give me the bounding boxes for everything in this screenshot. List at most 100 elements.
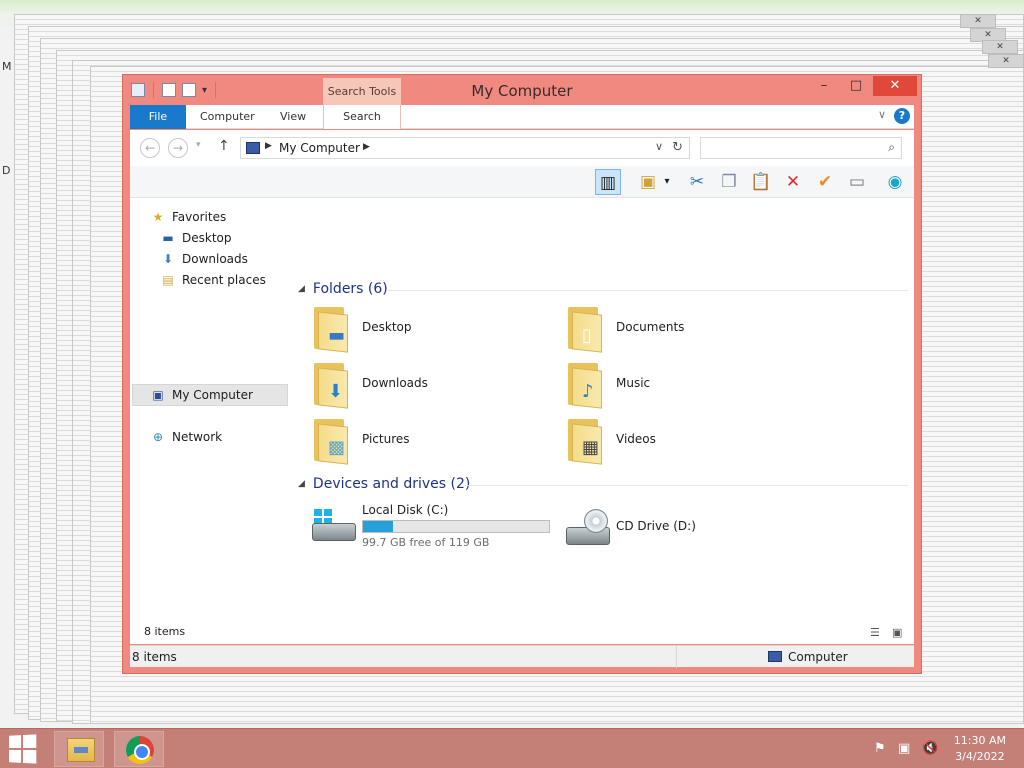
nav-network-label: Network (172, 430, 223, 444)
back-button[interactable]: ← (140, 138, 160, 158)
folder-tile-documents[interactable]: ▯ Documents (564, 305, 804, 355)
tab-file[interactable]: File (130, 105, 186, 129)
status-location: Computer (788, 650, 848, 664)
drive-tile-local-disk[interactable]: Local Disk (C:) 99.7 GB free of 119 GB (310, 503, 570, 555)
large-icons-view-icon[interactable]: ▣ (892, 626, 906, 639)
nav-recent-label: Recent places (182, 273, 266, 287)
folder-music-icon: ♪ (564, 361, 604, 409)
folder-downloads-icon: ⬇ (310, 361, 350, 409)
folder-tile-pictures[interactable]: ▩ Pictures (310, 417, 550, 467)
cd-disc-icon (584, 509, 608, 533)
collapse-triangle-icon[interactable]: ◢ (298, 284, 305, 294)
ribbon-tabs: File Computer View Search ∨ ? (130, 105, 914, 129)
search-icon[interactable]: ⌕ (888, 140, 895, 155)
checkmark-icon[interactable]: ✔ (812, 169, 838, 195)
paste-icon[interactable]: 📋 (748, 169, 774, 195)
file-explorer-icon (67, 738, 95, 762)
clock-date: 3/4/2022 (955, 750, 1005, 763)
trailing-close-icon: ✕ (982, 40, 1018, 54)
nav-desktop[interactable]: ▬ Desktop (160, 228, 232, 248)
breadcrumb-separator-icon[interactable]: ▶ (265, 141, 272, 151)
tab-computer[interactable]: Computer (188, 105, 267, 129)
folder-tile-desktop[interactable]: ▬ Desktop (310, 305, 550, 355)
address-dropdown-icon[interactable]: ∨ (655, 140, 663, 153)
folder-desktop-icon: ▬ (310, 305, 350, 353)
breadcrumb-separator-icon[interactable]: ▶ (363, 142, 370, 152)
globe-icon[interactable]: ◉ (882, 169, 908, 195)
tab-view[interactable]: View (268, 105, 318, 129)
hard-drive-icon (310, 509, 356, 545)
explorer-window: ▾ Search Tools My Computer – □ ✕ File Co… (122, 74, 922, 674)
navigation-bar: ← → ▾ ↑ ▶ My Computer ▶ ∨ ↻ ⌕ (130, 130, 914, 166)
downloads-icon: ⬇ (162, 252, 174, 266)
system-clock[interactable]: 11:30 AM 3/4/2022 (954, 733, 1006, 765)
nav-favorites[interactable]: ★ Favorites (150, 207, 227, 227)
collapse-triangle-icon[interactable]: ◢ (298, 479, 305, 489)
command-toolbar: ▥ ▣ ▾ ✂ ❐ 📋 ✕ ✔ ▭ ◉ (130, 166, 914, 198)
devices-group-header[interactable]: ◢ Devices and drives (2) (298, 476, 470, 492)
address-bar[interactable]: ▶ My Computer ▶ ∨ ↻ (240, 137, 690, 159)
drive-usage-bar (362, 520, 550, 533)
chrome-icon (126, 736, 154, 764)
nav-downloads-label: Downloads (182, 252, 248, 266)
drive-tile-cd[interactable]: CD Drive (D:) (564, 503, 824, 555)
folder-label: Music (616, 376, 651, 390)
taskbar-chrome[interactable] (114, 731, 164, 767)
folder-pictures-icon: ▩ (310, 417, 350, 465)
folder-label: Desktop (362, 320, 412, 334)
folders-group-title: Folders (6) (312, 281, 388, 297)
select-icon[interactable]: ▣ (635, 169, 661, 195)
desktop-icon-edge: M (2, 60, 12, 73)
nav-my-computer[interactable]: ▣ My Computer (150, 385, 253, 405)
folder-tile-downloads[interactable]: ⬇ Downloads (310, 361, 550, 411)
folder-videos-icon: ▦ (564, 417, 604, 465)
item-count-inner: 8 items (144, 625, 186, 638)
nav-recent-places[interactable]: ▤ Recent places (160, 270, 266, 290)
nav-downloads[interactable]: ⬇ Downloads (160, 249, 248, 269)
drive-free-space: 99.7 GB free of 119 GB (362, 536, 490, 549)
details-view-icon[interactable]: ☰ (870, 626, 884, 639)
drive-name: Local Disk (C:) (362, 503, 449, 517)
folder-documents-icon: ▯ (564, 305, 604, 353)
chevron-down-icon[interactable]: ▾ (660, 169, 674, 195)
breadcrumb-my-computer[interactable]: My Computer (279, 141, 360, 155)
volume-muted-icon[interactable]: 🔇 (922, 741, 938, 756)
maximize-button[interactable]: □ (841, 76, 871, 96)
preview-pane-icon[interactable]: ▥ (595, 169, 621, 195)
title-bar[interactable]: ▾ Search Tools My Computer – □ ✕ (123, 75, 921, 106)
devices-group-title: Devices and drives (2) (312, 476, 471, 492)
expand-ribbon-icon[interactable]: ∨ (878, 108, 886, 121)
recent-places-icon: ▤ (162, 273, 174, 287)
computer-icon: ▣ (152, 388, 164, 402)
minimize-button[interactable]: – (809, 76, 839, 96)
details-status-line: 8 items ☰ ▣ (130, 622, 914, 644)
folder-tile-videos[interactable]: ▦ Videos (564, 417, 804, 467)
start-button[interactable] (9, 734, 38, 764)
forward-button[interactable]: → (168, 138, 188, 158)
folder-tile-music[interactable]: ♪ Music (564, 361, 804, 411)
folders-group-header[interactable]: ◢ Folders (6) (298, 281, 388, 297)
recent-locations-icon[interactable]: ▾ (196, 140, 201, 150)
taskbar-file-explorer[interactable] (54, 731, 104, 767)
copy-icon[interactable]: ❐ (716, 169, 742, 195)
search-box[interactable]: ⌕ (700, 137, 902, 159)
nav-network[interactable]: ⊕ Network (150, 427, 222, 447)
up-arrow-icon[interactable]: ↑ (218, 138, 230, 154)
close-button[interactable]: ✕ (873, 76, 917, 96)
delete-icon[interactable]: ✕ (780, 169, 806, 195)
trailing-close-icon: ✕ (960, 14, 996, 28)
rename-icon[interactable]: ▭ (844, 169, 870, 195)
cut-icon[interactable]: ✂ (684, 169, 710, 195)
nav-desktop-label: Desktop (182, 231, 232, 245)
devices-group-divider (464, 485, 908, 486)
search-input[interactable] (705, 138, 875, 158)
desktop-icon: ▬ (162, 231, 174, 245)
status-divider (676, 646, 677, 668)
help-icon[interactable]: ? (894, 108, 910, 124)
star-icon: ★ (152, 210, 164, 224)
network-tray-icon[interactable]: ▣ (898, 741, 910, 756)
action-center-flag-icon[interactable]: ⚑ (874, 741, 886, 756)
cd-drive-icon (564, 509, 610, 545)
tab-search[interactable]: Search (323, 105, 401, 129)
refresh-icon[interactable]: ↻ (672, 140, 683, 155)
